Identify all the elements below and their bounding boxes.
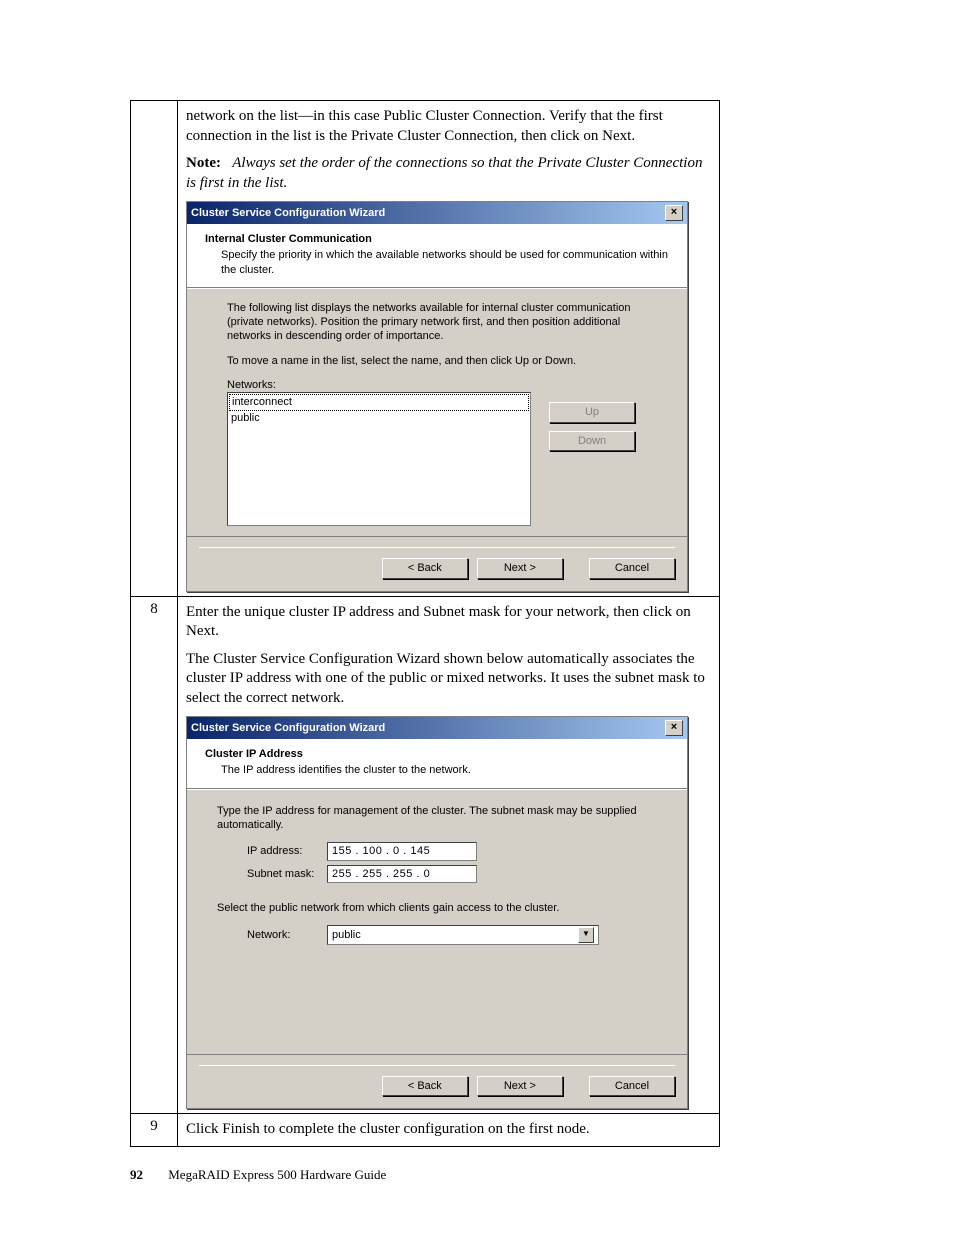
wizard-header-title: Internal Cluster Communication xyxy=(205,232,669,246)
wizard-body-p1: The following list displays the networks… xyxy=(227,301,647,344)
subnet-mask-input[interactable]: 255 . 255 . 255 . 0 xyxy=(327,865,477,883)
wizard-header: Cluster IP Address The IP address identi… xyxy=(187,739,687,789)
step-number-blank xyxy=(131,101,178,597)
network-label: Network: xyxy=(247,928,327,942)
page-number: 92 xyxy=(130,1167,143,1182)
page-footer: 92 MegaRAID Express 500 Hardware Guide xyxy=(130,1167,386,1183)
networks-listbox[interactable]: interconnect public xyxy=(227,392,531,526)
close-icon[interactable]: × xyxy=(665,205,683,221)
list-item[interactable]: interconnect xyxy=(229,394,529,410)
wizard-title: Cluster Service Configuration Wizard xyxy=(191,721,385,735)
mask-label: Subnet mask: xyxy=(247,867,327,881)
wizard-internal-cluster: Cluster Service Configuration Wizard × I… xyxy=(186,201,688,592)
wizard-title: Cluster Service Configuration Wizard xyxy=(191,206,385,220)
ip-label: IP address: xyxy=(247,844,327,858)
step-number: 8 xyxy=(131,596,178,1113)
ip-address-input[interactable]: 155 . 100 . 0 . 145 xyxy=(327,842,477,860)
step9-p1: Click Finish to complete the cluster con… xyxy=(186,1120,711,1140)
cancel-button[interactable]: Cancel xyxy=(589,1076,675,1096)
chevron-down-icon[interactable]: ▼ xyxy=(578,927,594,943)
next-button[interactable]: Next > xyxy=(477,1076,563,1096)
wizard-titlebar: Cluster Service Configuration Wizard × xyxy=(187,202,687,224)
back-button[interactable]: < Back xyxy=(382,558,468,578)
wizard-titlebar: Cluster Service Configuration Wizard × xyxy=(187,717,687,739)
close-icon[interactable]: × xyxy=(665,720,683,736)
wizard-cluster-ip: Cluster Service Configuration Wizard × C… xyxy=(186,716,688,1109)
down-button[interactable]: Down xyxy=(549,431,635,451)
note-text: Always set the order of the connections … xyxy=(186,155,702,191)
wizard-header: Internal Cluster Communication Specify t… xyxy=(187,224,687,288)
wizard2-body-p2: Select the public network from which cli… xyxy=(217,901,657,915)
list-item[interactable]: public xyxy=(229,411,529,425)
step8-p1: Enter the unique cluster IP address and … xyxy=(186,603,711,642)
step7-intro: network on the list—in this case Public … xyxy=(186,107,711,146)
note-label: Note: xyxy=(186,155,221,171)
wizard-header-title: Cluster IP Address xyxy=(205,747,669,761)
step-number: 9 xyxy=(131,1114,178,1147)
step8-p2: The Cluster Service Configuration Wizard… xyxy=(186,650,711,709)
footer-title: MegaRAID Express 500 Hardware Guide xyxy=(168,1167,386,1182)
back-button[interactable]: < Back xyxy=(382,1076,468,1096)
networks-label: Networks: xyxy=(227,378,647,392)
wizard-body-p2: To move a name in the list, select the n… xyxy=(227,354,647,368)
next-button[interactable]: Next > xyxy=(477,558,563,578)
cancel-button[interactable]: Cancel xyxy=(589,558,675,578)
network-dropdown[interactable]: public ▼ xyxy=(327,925,599,945)
up-button[interactable]: Up xyxy=(549,402,635,422)
wizard-header-sub: The IP address identifies the cluster to… xyxy=(205,763,669,777)
network-dropdown-value: public xyxy=(332,928,361,942)
step7-note: Note: Always set the order of the connec… xyxy=(186,154,711,193)
wizard2-body-p1: Type the IP address for management of th… xyxy=(217,804,657,833)
steps-table: network on the list—in this case Public … xyxy=(130,100,720,1147)
wizard-header-sub: Specify the priority in which the availa… xyxy=(205,248,669,277)
